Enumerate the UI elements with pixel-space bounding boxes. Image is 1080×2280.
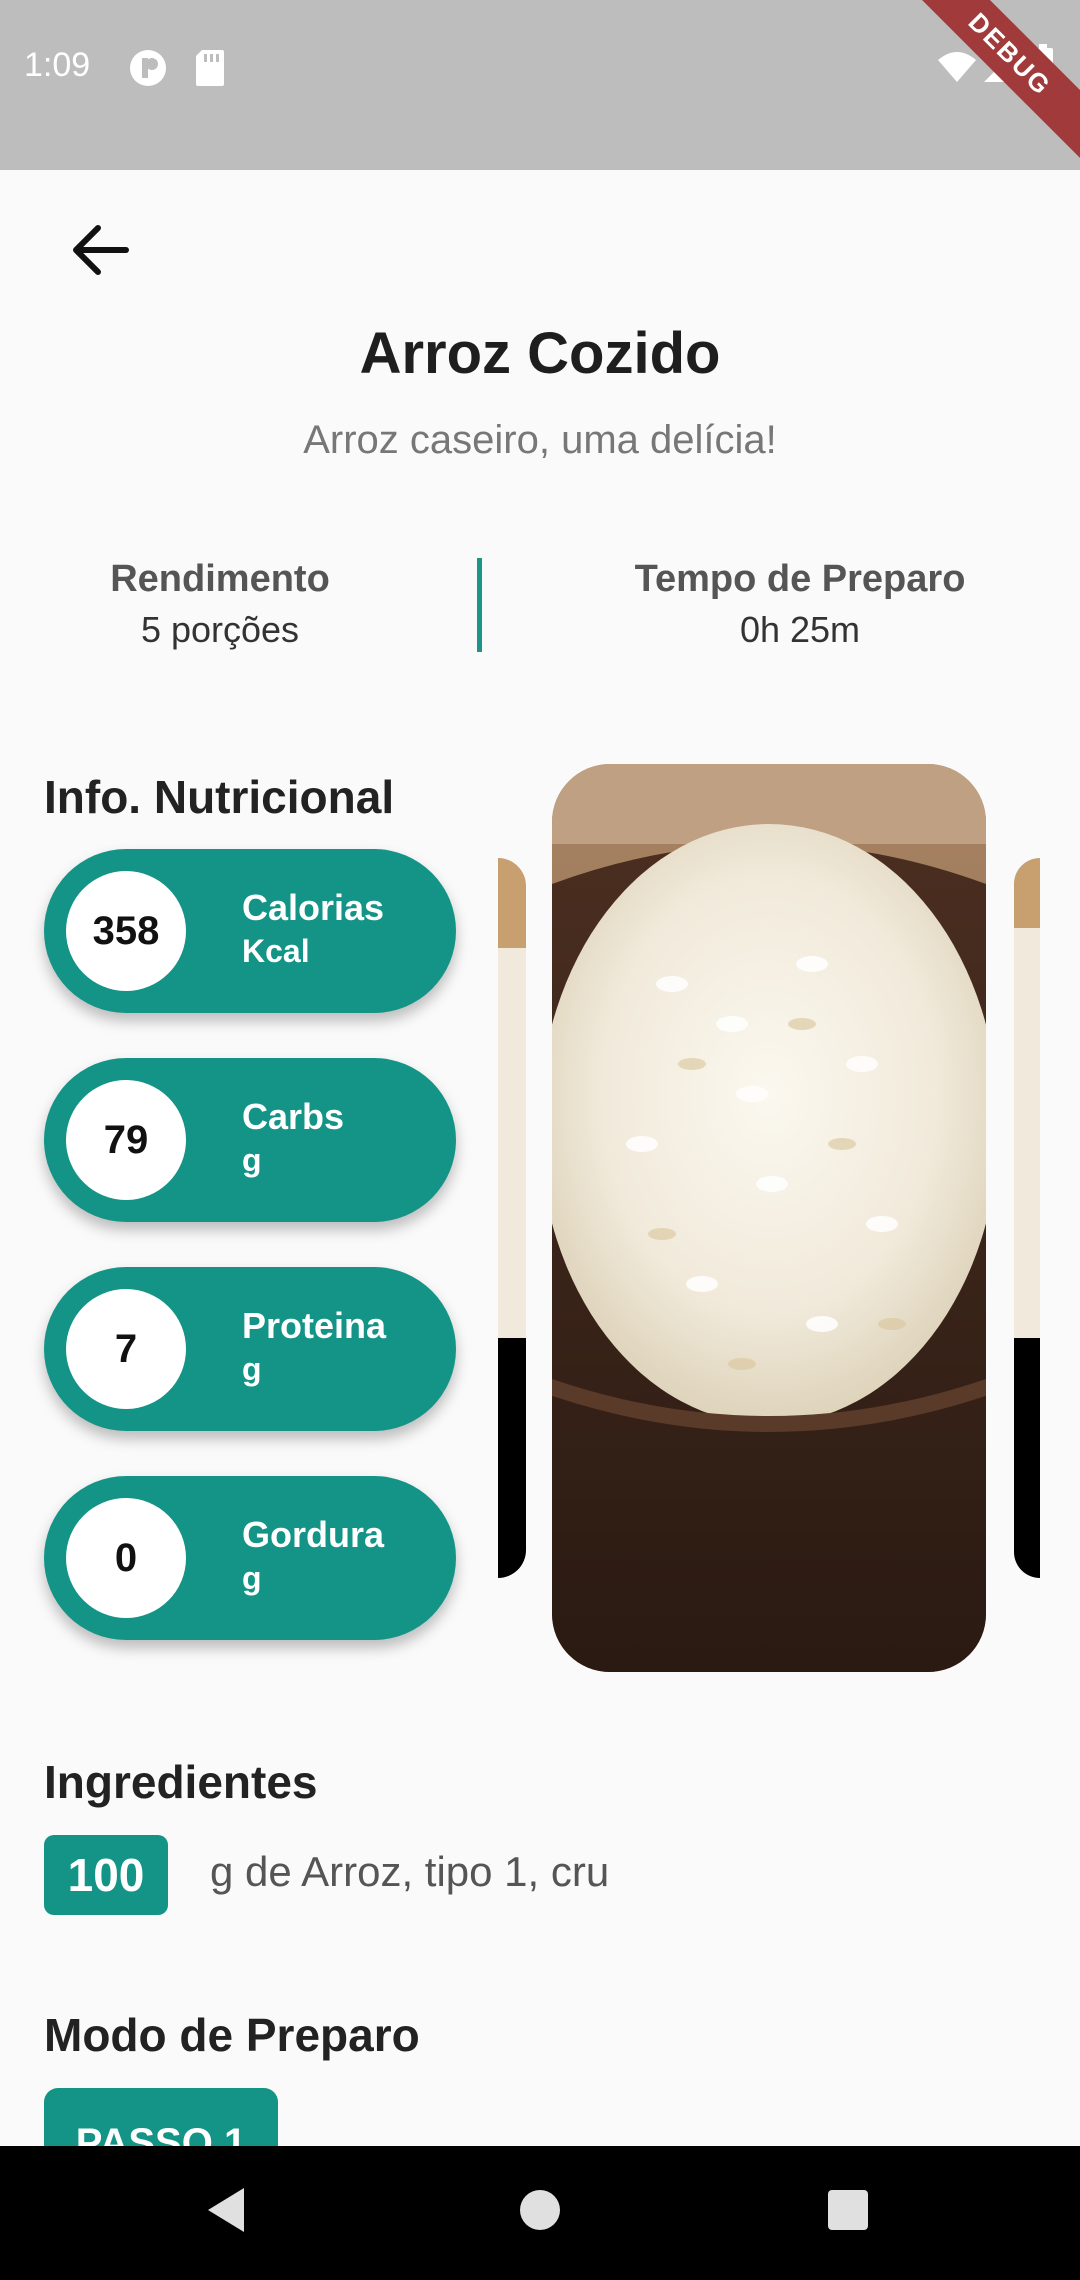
carousel-next-image[interactable]	[1014, 858, 1040, 1578]
nav-back-icon	[208, 2188, 244, 2232]
recipe-title: Arroz Cozido	[359, 321, 721, 386]
ingredients-title: Ingredientes	[44, 1756, 318, 1808]
nutrition-value: 358	[66, 871, 186, 991]
nutrition-carbs: 79 Carbs g	[44, 1058, 456, 1222]
wifi-icon	[936, 50, 978, 89]
ingredient-quantity-badge: 100	[44, 1835, 168, 1915]
carousel-main-image[interactable]	[552, 764, 986, 1672]
nutrition-name: Proteina	[242, 1305, 387, 1346]
nav-recents-button[interactable]	[826, 2188, 870, 2237]
carousel-prev-image[interactable]	[498, 858, 526, 1578]
sd-card-icon	[194, 48, 226, 93]
nav-recents-icon	[828, 2190, 868, 2230]
app-notification-icon	[128, 48, 168, 93]
yield-label: Rendimento	[110, 558, 330, 600]
nutrition-unit: g	[242, 1351, 262, 1387]
prep-time-value: 0h 25m	[739, 609, 861, 650]
nutrition-name: Calorias	[242, 887, 385, 928]
yield-value: 5 porções	[140, 609, 300, 650]
recipe-subtitle: Arroz caseiro, uma delícia!	[303, 418, 777, 462]
nav-home-icon	[520, 2190, 560, 2230]
nutrition-value: 0	[66, 1498, 186, 1618]
nutrition-value: 79	[66, 1080, 186, 1200]
nutrition-unit: Kcal	[242, 933, 310, 969]
nutrition-value: 7	[66, 1289, 186, 1409]
prep-time-stat: Tempo de Preparo 0h 25m	[600, 558, 1000, 651]
status-time: 1:09	[24, 46, 91, 84]
yield-stat: Rendimento 5 porções	[40, 558, 400, 651]
ingredient-text: g de Arroz, tipo 1, cru	[210, 1848, 610, 1895]
system-navigation-bar	[0, 2146, 1080, 2280]
nutrition-protein: 7 Proteina g	[44, 1267, 456, 1431]
back-button[interactable]	[60, 210, 140, 290]
back-arrow-icon	[73, 225, 129, 275]
preparation-title: Modo de Preparo	[44, 2009, 420, 2061]
nutrition-title: Info. Nutricional	[44, 771, 395, 823]
nutrition-unit: g	[242, 1560, 262, 1596]
nutrition-calories: 358 Calorias Kcal	[44, 849, 456, 1013]
prep-time-label: Tempo de Preparo	[634, 558, 966, 600]
stats-divider	[477, 558, 482, 652]
status-bar: 1:09 DEBUG	[0, 0, 1080, 170]
nav-home-button[interactable]	[516, 2186, 564, 2239]
nutrition-name: Carbs	[242, 1096, 345, 1137]
nutrition-fat: 0 Gordura g	[44, 1476, 456, 1640]
nutrition-name: Gordura	[242, 1514, 385, 1555]
nutrition-unit: g	[242, 1142, 262, 1178]
nav-back-button[interactable]	[200, 2182, 248, 2243]
